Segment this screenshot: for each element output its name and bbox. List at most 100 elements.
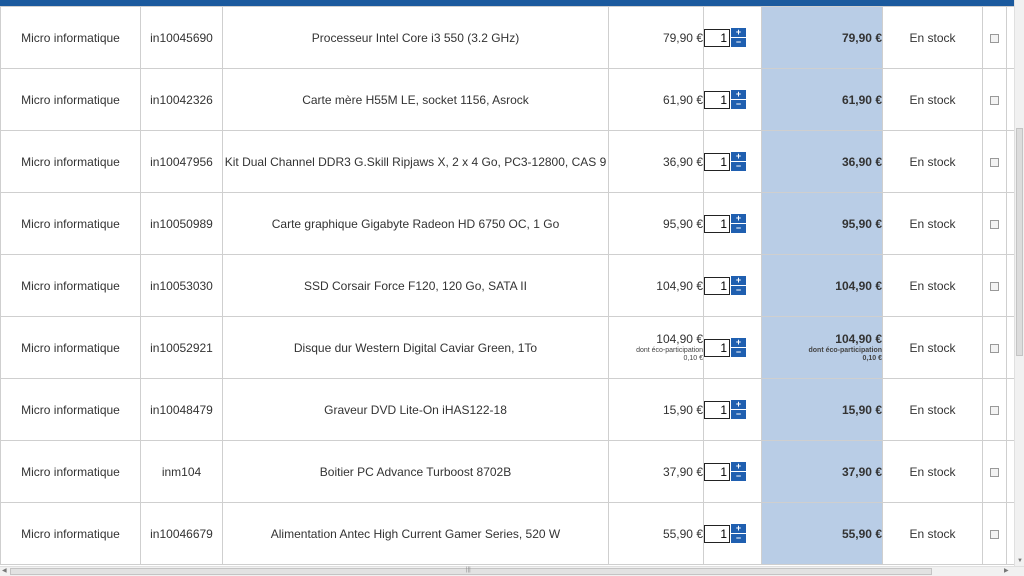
category-cell: Micro informatique (0, 440, 141, 503)
minus-icon[interactable]: − (731, 533, 746, 543)
checkbox-icon[interactable] (990, 219, 999, 229)
table-row: Micro informatique inm104 Boitier PC Adv… (0, 440, 1015, 503)
product-name-link[interactable]: Disque dur Western Digital Caviar Green,… (222, 316, 609, 379)
quantity-stepper: + − (704, 337, 746, 358)
table-row: Micro informatique in10053030 SSD Corsai… (0, 254, 1015, 317)
minus-icon[interactable]: − (731, 161, 746, 171)
checkbox-icon[interactable] (990, 529, 999, 539)
vertical-scrollbar[interactable]: ▼ (1014, 0, 1024, 566)
quantity-input[interactable] (704, 28, 730, 47)
unit-price-cell: 95,90 € (608, 192, 704, 255)
stock-status: En stock (882, 192, 983, 255)
plus-icon[interactable]: + (731, 213, 746, 223)
category-cell: Micro informatique (0, 254, 141, 317)
select-cell (982, 440, 1007, 503)
line-total-cell: 104,90 € dont éco-participation 0,10 € (761, 316, 883, 379)
minus-icon[interactable]: − (731, 285, 746, 295)
plus-icon[interactable]: + (731, 523, 746, 533)
plus-icon[interactable]: + (731, 461, 746, 471)
horizontal-scrollbar[interactable]: ◀ ||| ▶ (0, 566, 1024, 576)
quantity-stepper: + − (704, 523, 746, 544)
select-cell (982, 254, 1007, 317)
product-name-link[interactable]: Graveur DVD Lite-On iHAS122-18 (222, 378, 609, 441)
line-total: 104,90 € (835, 278, 882, 293)
quantity-input[interactable] (704, 214, 730, 233)
plus-icon[interactable]: + (731, 151, 746, 161)
product-name-link[interactable]: Boitier PC Advance Turboost 8702B (222, 440, 609, 503)
product-name-link[interactable]: Kit Dual Channel DDR3 G.Skill Ripjaws X,… (222, 130, 609, 193)
unit-price: 36,90 € (662, 154, 703, 169)
line-total: 15,90 € (841, 402, 882, 417)
plus-icon[interactable]: + (731, 337, 746, 347)
quantity-stepper: + − (704, 151, 746, 172)
unit-price-cell: 61,90 € (608, 68, 704, 131)
unit-price: 79,90 € (662, 30, 703, 45)
select-cell (982, 6, 1007, 69)
minus-icon[interactable]: − (731, 223, 746, 233)
select-cell (982, 68, 1007, 131)
unit-price-cell: 15,90 € (608, 378, 704, 441)
quantity-input[interactable] (704, 90, 730, 109)
checkbox-icon[interactable] (990, 95, 999, 105)
table-row: Micro informatique in10042326 Carte mère… (0, 68, 1015, 131)
quantity-cell: + − (703, 130, 762, 193)
eco-participation-note: dont éco-participation (808, 347, 882, 354)
cart-table: Micro informatique in10045690 Processeur… (0, 6, 1015, 565)
scroll-right-arrow-icon[interactable]: ▶ (1004, 568, 1009, 575)
checkbox-icon[interactable] (990, 33, 999, 43)
quantity-input[interactable] (704, 524, 730, 543)
quantity-stepper: + − (704, 27, 746, 48)
quantity-cell: + − (703, 378, 762, 441)
eco-participation-note: dont éco-participation (636, 347, 703, 354)
unit-price: 95,90 € (662, 216, 703, 231)
cart-table-body: Micro informatique in10045690 Processeur… (0, 6, 1015, 565)
stock-status: En stock (882, 502, 983, 565)
unit-price: 15,90 € (662, 402, 703, 417)
scroll-down-arrow-icon[interactable]: ▼ (1017, 558, 1023, 564)
quantity-input[interactable] (704, 152, 730, 171)
minus-icon[interactable]: − (731, 37, 746, 47)
plus-icon[interactable]: + (731, 27, 746, 37)
scroll-left-arrow-icon[interactable]: ◀ (2, 568, 7, 575)
product-name-link[interactable]: SSD Corsair Force F120, 120 Go, SATA II (222, 254, 609, 317)
table-row: Micro informatique in10048479 Graveur DV… (0, 378, 1015, 441)
product-name-link[interactable]: Carte graphique Gigabyte Radeon HD 6750 … (222, 192, 609, 255)
unit-price-cell: 36,90 € (608, 130, 704, 193)
quantity-cell: + − (703, 192, 762, 255)
checkbox-icon[interactable] (990, 281, 999, 291)
minus-icon[interactable]: − (731, 471, 746, 481)
product-name-link[interactable]: Alimentation Antec High Current Gamer Se… (222, 502, 609, 565)
line-total: 104,90 € (835, 332, 882, 346)
checkbox-icon[interactable] (990, 343, 999, 353)
table-row: Micro informatique in10046679 Alimentati… (0, 502, 1015, 565)
reference-cell: in10047956 (140, 130, 223, 193)
quantity-input[interactable] (704, 338, 730, 357)
quantity-input[interactable] (704, 276, 730, 295)
stock-status: En stock (882, 6, 983, 69)
table-row: Micro informatique in10047956 Kit Dual C… (0, 130, 1015, 193)
minus-icon[interactable]: − (731, 347, 746, 357)
checkbox-icon[interactable] (990, 405, 999, 415)
quantity-cell: + − (703, 254, 762, 317)
horizontal-scrollbar-thumb[interactable] (10, 568, 932, 575)
category-cell: Micro informatique (0, 130, 141, 193)
checkbox-icon[interactable] (990, 467, 999, 477)
plus-icon[interactable]: + (731, 275, 746, 285)
product-name-link[interactable]: Processeur Intel Core i3 550 (3.2 GHz) (222, 6, 609, 69)
reference-cell: in10045690 (140, 6, 223, 69)
category-cell: Micro informatique (0, 68, 141, 131)
checkbox-icon[interactable] (990, 157, 999, 167)
minus-icon[interactable]: − (731, 99, 746, 109)
quantity-input[interactable] (704, 400, 730, 419)
eco-participation-value: 0,10 € (862, 355, 882, 362)
unit-price-cell: 79,90 € (608, 6, 704, 69)
product-name-link[interactable]: Carte mère H55M LE, socket 1156, Asrock (222, 68, 609, 131)
quantity-input[interactable] (704, 462, 730, 481)
select-cell (982, 130, 1007, 193)
minus-icon[interactable]: − (731, 409, 746, 419)
line-total-cell: 15,90 € (761, 378, 883, 441)
plus-icon[interactable]: + (731, 399, 746, 409)
quantity-cell: + − (703, 440, 762, 503)
vertical-scrollbar-thumb[interactable] (1016, 128, 1023, 356)
plus-icon[interactable]: + (731, 89, 746, 99)
